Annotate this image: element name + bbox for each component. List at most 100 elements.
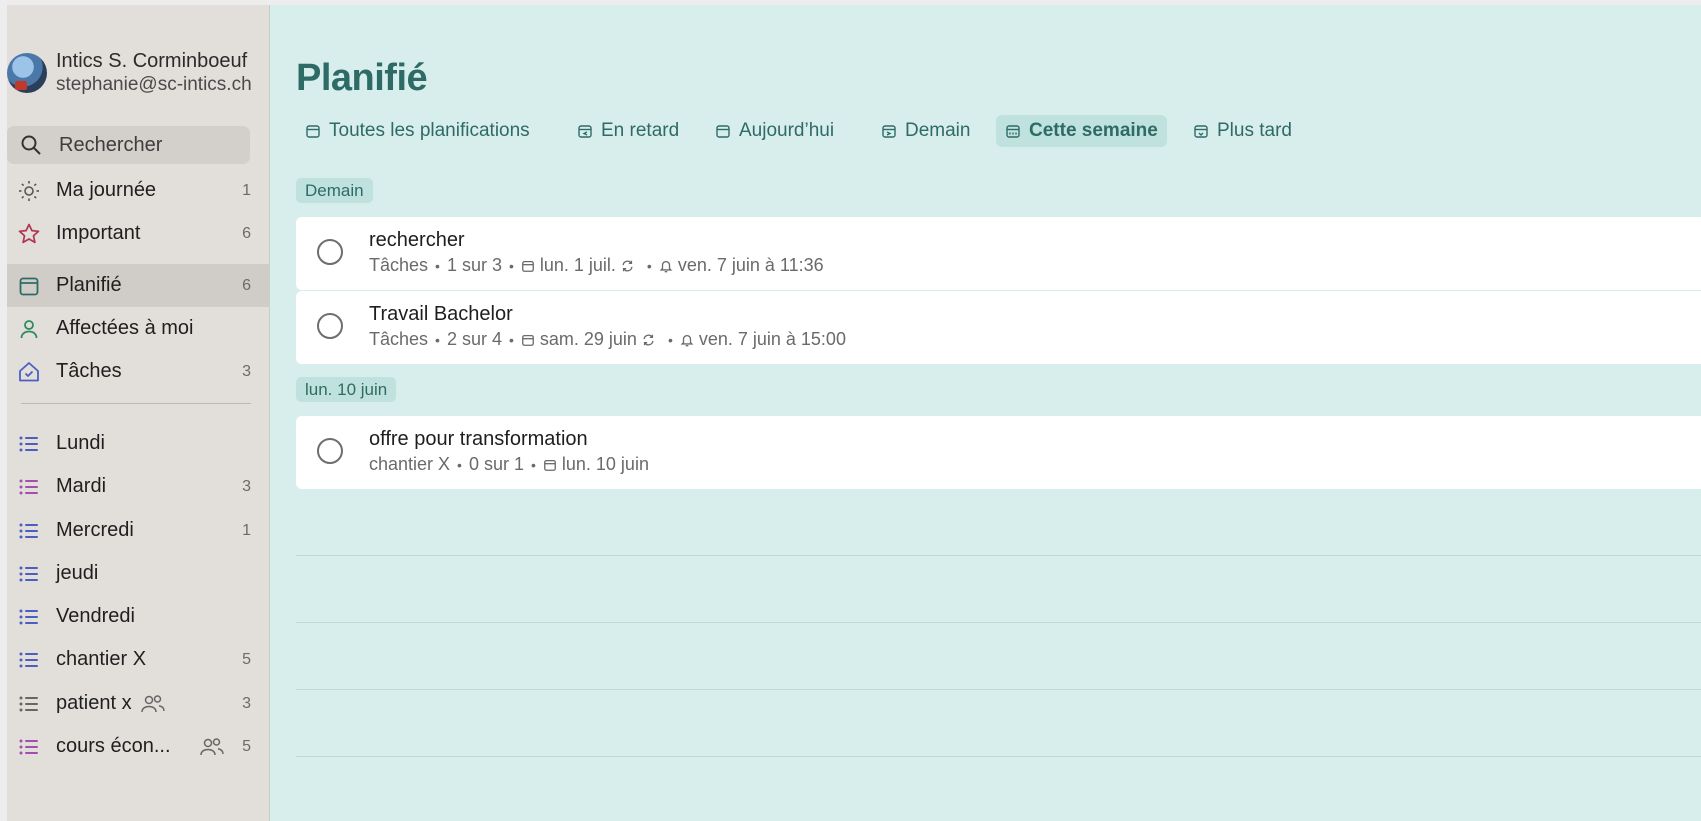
task-row[interactable]: Travail Bachelor Tâches • 2 sur 4 • sam.… — [296, 291, 1701, 364]
task-complete-checkbox[interactable] — [317, 313, 343, 339]
item-count: 1 — [242, 521, 251, 539]
search-box[interactable] — [7, 126, 250, 164]
star-icon — [16, 221, 42, 247]
task-complete-checkbox[interactable] — [317, 239, 343, 265]
sidebar-list-cours-econ[interactable]: cours écon... 5 — [7, 725, 270, 768]
sidebar-item-affectees-a-moi[interactable]: Affectées à moi — [7, 307, 270, 350]
filter-this-week[interactable]: Cette semaine — [996, 115, 1167, 147]
search-icon — [21, 135, 41, 155]
sidebar-item-label: patient x — [56, 692, 132, 714]
task-due-date: lun. 10 juin — [561, 454, 649, 474]
account-profile[interactable]: Intics S. Corminboeuf stephanie@sc-intic… — [7, 49, 252, 97]
sidebar-item-label: jeudi — [56, 562, 99, 584]
list-icon — [16, 561, 42, 587]
task-steps: 0 sur 1 — [468, 454, 524, 474]
main-panel: Planifié Toutes les planifications En re… — [270, 5, 1701, 821]
calendar-icon — [306, 125, 320, 138]
item-count: 6 — [242, 224, 251, 242]
task-complete-checkbox[interactable] — [317, 438, 343, 464]
sidebar-list-vendredi[interactable]: Vendredi — [7, 595, 270, 638]
repeat-icon — [620, 259, 635, 273]
list-icon — [16, 474, 42, 500]
task-title: rechercher — [369, 229, 465, 251]
calendar-icon — [543, 458, 557, 472]
row-separator — [296, 555, 1701, 556]
filter-today[interactable]: Aujourd’hui — [706, 115, 843, 147]
list-icon — [16, 647, 42, 673]
filter-later[interactable]: Plus tard — [1184, 115, 1301, 147]
list-icon — [16, 518, 42, 544]
task-meta: Tâches • 2 sur 4 • sam. 29 juin • ven. 7… — [369, 329, 846, 349]
list-icon — [16, 431, 42, 457]
task-due-date: lun. 1 juil. — [539, 255, 616, 275]
task-due-date: sam. 29 juin — [539, 329, 637, 349]
calendar-today-icon — [716, 125, 730, 138]
item-count: 1 — [242, 181, 251, 199]
sidebar-divider — [21, 403, 251, 404]
sidebar-item-taches[interactable]: Tâches 3 — [7, 350, 270, 393]
filter-label: En retard — [601, 120, 680, 141]
list-icon — [16, 691, 42, 717]
task-reminder: ven. 7 juin à 11:36 — [677, 255, 824, 275]
sidebar-item-label: Vendredi — [56, 605, 135, 627]
filter-tomorrow[interactable]: Demain — [872, 115, 979, 147]
sidebar-item-label: Lundi — [56, 432, 105, 454]
sun-icon — [16, 178, 42, 204]
item-count: 6 — [242, 276, 251, 294]
reminder-bell-icon — [680, 333, 694, 347]
item-count: 3 — [242, 477, 251, 495]
filter-overdue[interactable]: En retard — [568, 115, 688, 147]
item-count: 5 — [242, 737, 251, 755]
task-row[interactable]: rechercher Tâches • 1 sur 3 • lun. 1 jui… — [296, 217, 1701, 290]
home-icon — [16, 359, 42, 385]
repeat-icon — [641, 333, 656, 347]
avatar[interactable] — [7, 53, 47, 93]
page-title: Planifié — [296, 57, 428, 99]
sidebar-list-jeudi[interactable]: jeudi — [7, 552, 270, 595]
sidebar-item-label: Important — [56, 222, 141, 244]
reminder-bell-icon — [659, 259, 673, 273]
list-icon — [16, 734, 42, 760]
calendar-icon — [521, 259, 535, 273]
row-separator — [296, 622, 1701, 623]
task-row[interactable]: offre pour transformation chantier X • 0… — [296, 416, 1701, 489]
group-header[interactable]: lun. 10 juin — [296, 377, 397, 402]
item-count: 5 — [242, 650, 251, 668]
sidebar-item-label: Affectées à moi — [56, 317, 194, 339]
filter-label: Plus tard — [1217, 120, 1292, 141]
task-list-name: Tâches — [369, 255, 429, 275]
search-input[interactable] — [57, 132, 241, 158]
filter-label: Cette semaine — [1029, 120, 1158, 141]
row-separator — [296, 689, 1701, 690]
filter-label: Toutes les planifications — [329, 120, 530, 141]
list-icon — [16, 604, 42, 630]
calendar-icon — [16, 273, 42, 299]
shared-people-icon — [140, 693, 166, 715]
calendar-overdue-icon — [578, 125, 592, 138]
task-steps: 1 sur 3 — [446, 255, 502, 275]
sidebar-list-mercredi[interactable]: Mercredi 1 — [7, 509, 270, 552]
calendar-later-icon — [1194, 125, 1208, 138]
calendar-week-icon — [1006, 125, 1020, 138]
shared-people-icon — [199, 736, 225, 758]
sidebar-item-important[interactable]: Important 6 — [7, 212, 270, 255]
sidebar-list-mardi[interactable]: Mardi 3 — [7, 465, 270, 508]
task-list-name: chantier X — [369, 454, 451, 474]
sidebar-item-ma-journee[interactable]: Ma journée 1 — [7, 169, 270, 212]
sidebar-list-chantier-x[interactable]: chantier X 5 — [7, 638, 270, 681]
sidebar-list-lundi[interactable]: Lundi — [7, 422, 270, 465]
sidebar-item-planifie[interactable]: Planifié 6 — [7, 264, 270, 307]
group-header[interactable]: Demain — [296, 178, 373, 203]
sidebar-item-label: Mercredi — [56, 519, 134, 541]
account-email: stephanie@sc-intics.ch — [56, 74, 252, 95]
task-list-name: Tâches — [369, 329, 429, 349]
task-meta: chantier X • 0 sur 1 • lun. 10 juin — [369, 454, 649, 474]
sidebar: Intics S. Corminboeuf stephanie@sc-intic… — [7, 5, 270, 821]
sidebar-item-label: chantier X — [56, 648, 147, 670]
filter-label: Demain — [905, 120, 971, 141]
task-title: Travail Bachelor — [369, 303, 513, 325]
row-separator — [296, 756, 1701, 757]
filter-all-planned[interactable]: Toutes les planifications — [296, 115, 539, 147]
sidebar-list-patient-x[interactable]: patient x 3 — [7, 682, 270, 725]
task-meta: Tâches • 1 sur 3 • lun. 1 juil. • ven. 7… — [369, 255, 824, 275]
